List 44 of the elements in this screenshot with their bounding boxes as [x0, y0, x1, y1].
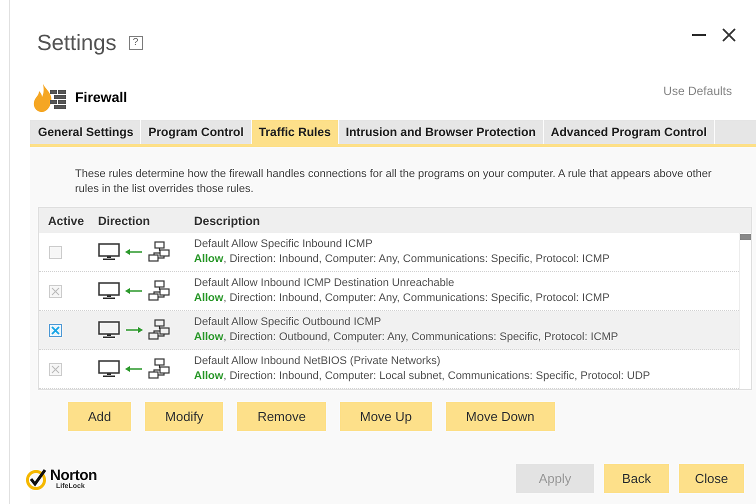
network-icon — [148, 319, 170, 341]
checkbox[interactable] — [49, 362, 62, 376]
rule-details: Allow, Direction: Inbound, Computer: Local subnet, Communications: Specific, Protocol: UDP — [194, 369, 650, 384]
intro-text: These rules determine how the firewall handles connections for all the programs on your computer. A rule that appears above other rules in the list overrides those rules. — [74, 167, 713, 197]
network-icon — [148, 358, 170, 380]
rule-details: Allow, Direction: Outbound, Computer: Any, Communications: Specific, Protocol: ICMP — [194, 330, 618, 345]
rule-action-button[interactable]: Modify — [145, 402, 224, 431]
network-icon — [148, 241, 170, 263]
checkbox[interactable] — [49, 284, 62, 298]
right-arrow-icon — [124, 324, 144, 336]
rule-name: Default Allow Inbound NetBIOS (Private Networks) — [194, 354, 442, 369]
tab[interactable]: Traffic Rules — [252, 120, 339, 144]
rule-details: Allow, Direction: Inbound, Computer: Any, Communications: Specific, Protocol: ICMP — [194, 252, 610, 267]
rule-action-button[interactable]: Add — [68, 402, 132, 431]
monitor-icon — [98, 243, 120, 261]
close-icon[interactable] — [722, 28, 736, 42]
monitor-icon — [98, 360, 120, 378]
rule-action-button[interactable]: Remove — [237, 402, 326, 431]
rule-action-button[interactable]: Move Down — [446, 402, 555, 431]
section-title: Firewall — [75, 88, 128, 107]
window-title: Settings — [37, 29, 116, 57]
column-header: Description — [193, 212, 260, 230]
rule-name: Default Allow Specific Inbound ICMP — [194, 237, 374, 252]
left-arrow-icon — [124, 285, 144, 297]
column-header: Active — [47, 212, 86, 230]
rule-name: Default Allow Inbound ICMP Destination Unreachable — [194, 276, 456, 291]
left-arrow-icon — [124, 246, 144, 258]
network-icon — [148, 280, 170, 302]
use-defaults-link[interactable]: Use Defaults — [663, 82, 732, 100]
rule-name: Default Allow Specific Outbound ICMP — [194, 315, 382, 330]
left-arrow-icon — [124, 363, 144, 375]
monitor-icon — [98, 282, 120, 300]
scrollbar[interactable] — [739, 233, 751, 389]
rule-row[interactable]: Default Allow Specific Outbound ICMP Allow, Direction: Outbound, Computer: Any, Communications: Specific, Protocol: ICMP — [39, 311, 739, 350]
monitor-icon — [98, 321, 120, 339]
column-header: Direction — [97, 212, 152, 230]
rule-action-button[interactable]: Move Up — [340, 402, 432, 431]
checkbox[interactable] — [49, 246, 62, 258]
checkbox[interactable] — [49, 324, 62, 336]
dialog-button[interactable]: Back — [604, 464, 669, 493]
rule-details: Allow, Direction: Inbound, Computer: Any, Communications: Specific, Protocol: ICMP — [194, 291, 610, 306]
flame-wall-icon — [33, 84, 67, 112]
dialog-button[interactable]: Close — [679, 464, 744, 493]
help-button[interactable]: ? — [128, 36, 142, 50]
